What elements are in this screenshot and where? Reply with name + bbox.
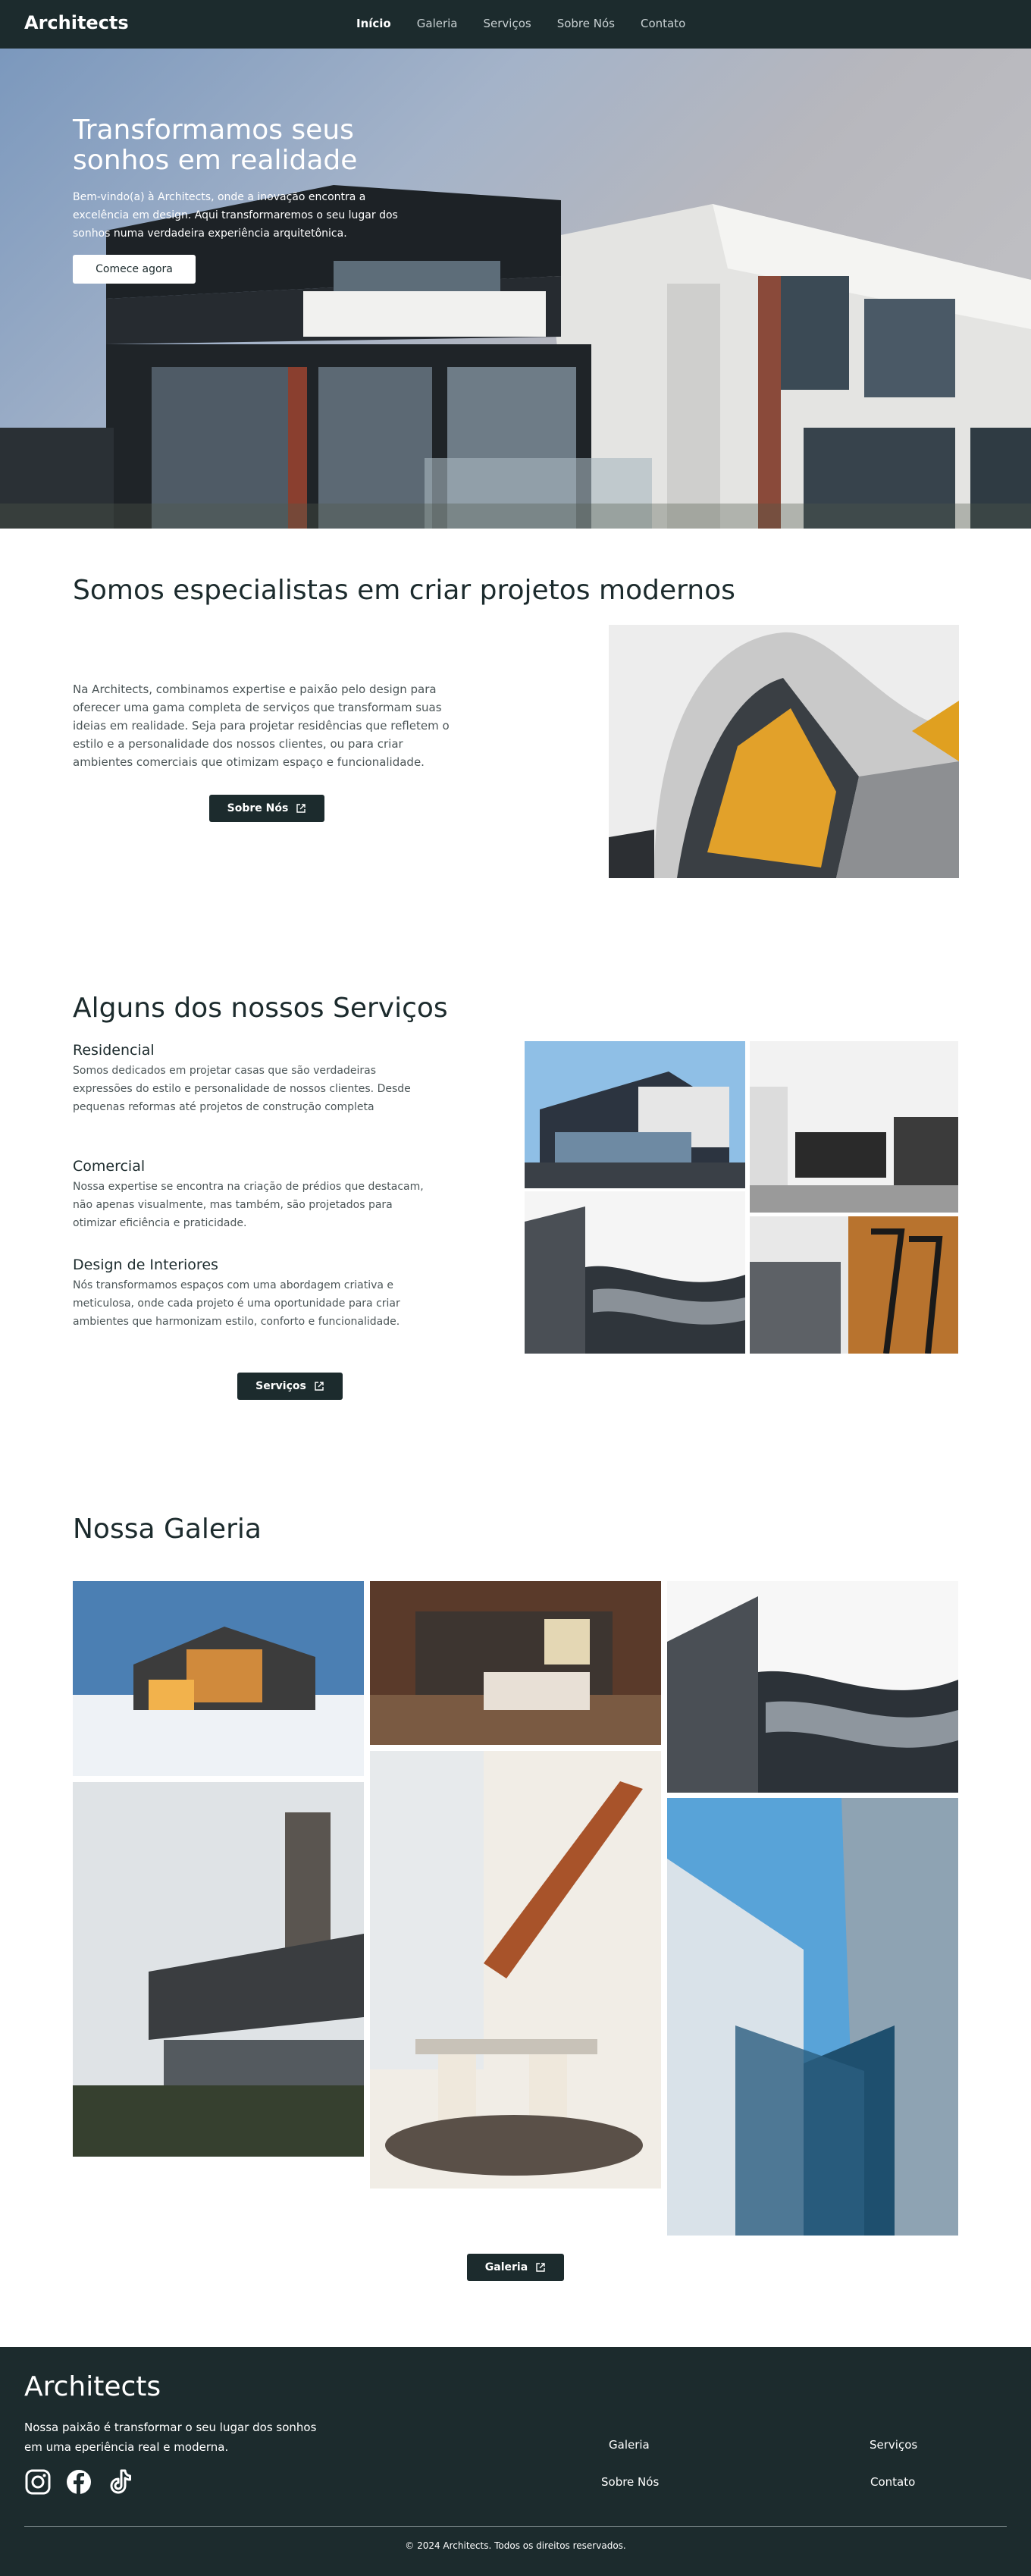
footer-divider — [24, 2526, 1007, 2527]
nav-link-servicos[interactable]: Serviços — [484, 17, 531, 30]
hero-text: Bem-vindo(a) à Architects, onde a inovaç… — [73, 191, 398, 240]
service-title: Residencial — [73, 1042, 155, 1059]
service-design-interiores: Design de Interiores Nós transformamos e… — [73, 1257, 429, 1331]
service-residencial: Residencial Somos dedicados em projetar … — [73, 1042, 429, 1116]
footer-link-sobre-nos[interactable]: Sobre Nós — [601, 2475, 659, 2489]
external-link-icon — [536, 2263, 545, 2272]
services-title: Alguns dos nossos Serviços — [73, 993, 448, 1024]
hero-content: Transformamos seus sonhos em realidade B… — [73, 115, 406, 284]
gallery-button[interactable]: Galeria — [467, 2254, 564, 2281]
service-title: Comercial — [73, 1158, 146, 1175]
services-image-residential — [525, 1041, 745, 1188]
about-button[interactable]: Sobre Nós — [209, 795, 324, 822]
facebook-icon[interactable] — [65, 2468, 92, 2496]
footer: Architects Nossa paixão é transformar o … — [0, 2347, 1031, 2576]
brand-logo[interactable]: Architects — [24, 12, 129, 33]
hero-section: Transformamos seus sonhos em realidade B… — [0, 49, 1031, 529]
service-text: Somos dedicados em projetar casas que sã… — [73, 1065, 411, 1113]
gallery-button-label: Galeria — [484, 2261, 528, 2273]
external-link-icon — [296, 804, 306, 813]
gallery-image-living-room — [370, 1581, 661, 1745]
about-button-label: Sobre Nós — [227, 802, 289, 814]
nav-link-contato[interactable]: Contato — [641, 17, 685, 30]
service-comercial: Comercial Nossa expertise se encontra na… — [73, 1158, 429, 1232]
about-image-curved-building — [609, 625, 959, 878]
services-image-kitchen — [750, 1041, 958, 1213]
footer-link-servicos[interactable]: Serviços — [870, 2438, 917, 2452]
external-link-icon — [315, 1382, 324, 1391]
footer-brand: Architects — [24, 2371, 161, 2402]
gallery-image-staircase-dining — [370, 1751, 661, 2189]
social-links — [24, 2468, 133, 2496]
nav-link-galeria[interactable]: Galeria — [417, 17, 458, 30]
about-title: Somos especialistas em criar projetos mo… — [73, 575, 735, 606]
gallery-image-commercial-building — [667, 1581, 958, 1793]
nav-links: Início Galeria Serviços Sobre Nós Contat… — [356, 17, 685, 30]
get-started-button[interactable]: Comece agora — [73, 255, 196, 284]
tiktok-icon[interactable] — [106, 2468, 133, 2496]
about-text: Na Architects, combinamos expertise e pa… — [73, 682, 450, 769]
gallery-title: Nossa Galeria — [73, 1514, 262, 1545]
gallery-image-glass-skyscrapers — [667, 1798, 958, 2236]
service-text: Nossa expertise se encontra na criação d… — [73, 1181, 424, 1229]
service-text: Nós transformamos espaços com uma aborda… — [73, 1279, 400, 1328]
gallery-image-tower-house — [73, 1782, 364, 2157]
services-image-interior-stools — [750, 1216, 958, 1354]
services-button[interactable]: Serviços — [237, 1373, 343, 1400]
instagram-icon[interactable] — [24, 2468, 52, 2496]
footer-link-contato[interactable]: Contato — [870, 2475, 915, 2489]
service-title: Design de Interiores — [73, 1257, 218, 1273]
footer-tagline: Nossa paixão é transformar o seu lugar d… — [24, 2421, 317, 2454]
footer-link-galeria[interactable]: Galeria — [609, 2438, 650, 2452]
nav-link-inicio[interactable]: Início — [356, 17, 391, 30]
gallery-image-snow-house — [73, 1581, 364, 1776]
nav-link-sobre-nos[interactable]: Sobre Nós — [557, 17, 615, 30]
top-navbar: Architects Início Galeria Serviços Sobre… — [0, 0, 1031, 49]
footer-copyright: © 2024 Architects. Todos os direitos res… — [405, 2540, 626, 2551]
services-button-label: Serviços — [255, 1380, 306, 1392]
services-image-commercial — [525, 1191, 745, 1354]
hero-title: Transformamos seus sonhos em realidade — [73, 115, 358, 176]
